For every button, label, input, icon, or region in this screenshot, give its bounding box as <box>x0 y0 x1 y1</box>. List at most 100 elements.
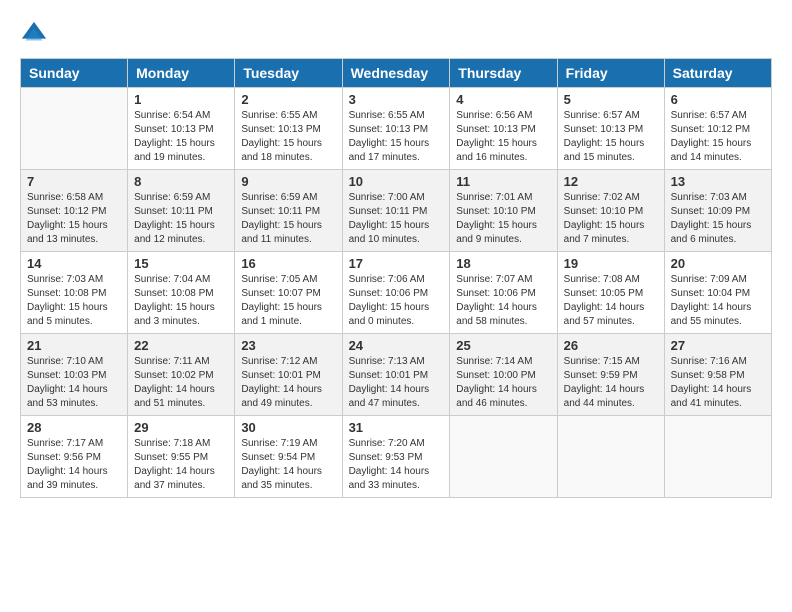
day-number: 1 <box>134 92 228 107</box>
calendar-cell: 28 Sunrise: 7:17 AMSunset: 9:56 PMDayligh… <box>21 416 128 498</box>
day-number: 6 <box>671 92 765 107</box>
day-info: Sunrise: 7:20 AMSunset: 9:53 PMDaylight:… <box>349 437 444 493</box>
logo <box>20 20 52 48</box>
calendar-header-thursday: Thursday <box>450 59 557 88</box>
day-number: 21 <box>27 338 121 353</box>
calendar-cell: 18 Sunrise: 7:07 AMSunset: 10:06 PMDaylig… <box>450 252 557 334</box>
calendar-cell: 25Sunrise: 7:14 AMSunset: 10:00 PMDaylig… <box>450 334 557 416</box>
calendar-cell: 20 Sunrise: 7:09 AMSunset: 10:04 PMDaylig… <box>664 252 771 334</box>
day-info: Sunrise: 6:59 AMSunset: 10:11 PMDaylight… <box>241 191 335 247</box>
day-info: Sunrise: 7:17 AMSunset: 9:56 PMDaylight:… <box>27 437 121 493</box>
calendar-cell: 14 Sunrise: 7:03 AMSunset: 10:08 PMDaylig… <box>21 252 128 334</box>
calendar-cell: 6 Sunrise: 6:57 AMSunset: 10:12 PMDayligh… <box>664 88 771 170</box>
day-info: Sunrise: 6:57 AMSunset: 10:12 PMDaylight… <box>671 109 765 165</box>
day-info: Sunrise: 7:07 AMSunset: 10:06 PMDaylight… <box>456 273 550 329</box>
calendar-cell: 10 Sunrise: 7:00 AMSunset: 10:11 PMDaylig… <box>342 170 450 252</box>
calendar-cell: 15 Sunrise: 7:04 AMSunset: 10:08 PMDaylig… <box>128 252 235 334</box>
day-info: Sunrise: 7:09 AMSunset: 10:04 PMDaylight… <box>671 273 765 329</box>
day-info: Sunrise: 7:18 AMSunset: 9:55 PMDaylight:… <box>134 437 228 493</box>
calendar-header-saturday: Saturday <box>664 59 771 88</box>
calendar-week-row: 14 Sunrise: 7:03 AMSunset: 10:08 PMDaylig… <box>21 252 772 334</box>
day-info: Sunrise: 6:57 AMSunset: 10:13 PMDaylight… <box>564 109 658 165</box>
day-number: 2 <box>241 92 335 107</box>
day-info: Sunrise: 7:00 AMSunset: 10:11 PMDaylight… <box>349 191 444 247</box>
day-number: 16 <box>241 256 335 271</box>
calendar-week-row: 21 Sunrise: 7:10 AMSunset: 10:03 PMDaylig… <box>21 334 772 416</box>
day-number: 9 <box>241 174 335 189</box>
calendar-header-sunday: Sunday <box>21 59 128 88</box>
calendar-cell: 4 Sunrise: 6:56 AMSunset: 10:13 PMDayligh… <box>450 88 557 170</box>
day-number: 15 <box>134 256 228 271</box>
calendar-cell: 16 Sunrise: 7:05 AMSunset: 10:07 PMDaylig… <box>235 252 342 334</box>
calendar-header-monday: Monday <box>128 59 235 88</box>
day-info: Sunrise: 7:01 AMSunset: 10:10 PMDaylight… <box>456 191 550 247</box>
day-info: Sunrise: 7:06 AMSunset: 10:06 PMDaylight… <box>349 273 444 329</box>
day-number: 26 <box>564 338 658 353</box>
calendar-cell: 12Sunrise: 7:02 AMSunset: 10:10 PMDaylig… <box>557 170 664 252</box>
day-number: 29 <box>134 420 228 435</box>
calendar-header-friday: Friday <box>557 59 664 88</box>
day-info: Sunrise: 6:56 AMSunset: 10:13 PMDaylight… <box>456 109 550 165</box>
calendar-table: SundayMondayTuesdayWednesdayThursdayFrid… <box>20 58 772 498</box>
day-info: Sunrise: 6:55 AMSunset: 10:13 PMDaylight… <box>241 109 335 165</box>
calendar-cell: 17 Sunrise: 7:06 AMSunset: 10:06 PMDaylig… <box>342 252 450 334</box>
calendar-header-wednesday: Wednesday <box>342 59 450 88</box>
logo-icon <box>20 20 48 48</box>
day-info: Sunrise: 7:05 AMSunset: 10:07 PMDaylight… <box>241 273 335 329</box>
day-number: 3 <box>349 92 444 107</box>
calendar-cell: 3 Sunrise: 6:55 AMSunset: 10:13 PMDayligh… <box>342 88 450 170</box>
calendar-cell: 2 Sunrise: 6:55 AMSunset: 10:13 PMDayligh… <box>235 88 342 170</box>
calendar-cell: 1 Sunrise: 6:54 AMSunset: 10:13 PMDayligh… <box>128 88 235 170</box>
day-info: Sunrise: 7:11 AMSunset: 10:02 PMDaylight… <box>134 355 228 411</box>
calendar-cell: 22 Sunrise: 7:11 AMSunset: 10:02 PMDaylig… <box>128 334 235 416</box>
day-info: Sunrise: 6:59 AMSunset: 10:11 PMDaylight… <box>134 191 228 247</box>
calendar-cell: 30 Sunrise: 7:19 AMSunset: 9:54 PMDayligh… <box>235 416 342 498</box>
day-info: Sunrise: 7:15 AMSunset: 9:59 PMDaylight:… <box>564 355 658 411</box>
day-number: 5 <box>564 92 658 107</box>
day-info: Sunrise: 7:13 AMSunset: 10:01 PMDaylight… <box>349 355 444 411</box>
day-number: 10 <box>349 174 444 189</box>
day-info: Sunrise: 6:54 AMSunset: 10:13 PMDaylight… <box>134 109 228 165</box>
calendar-cell <box>557 416 664 498</box>
day-number: 22 <box>134 338 228 353</box>
day-info: Sunrise: 7:03 AMSunset: 10:08 PMDaylight… <box>27 273 121 329</box>
day-info: Sunrise: 7:03 AMSunset: 10:09 PMDaylight… <box>671 191 765 247</box>
calendar-week-row: 7Sunrise: 6:58 AMSunset: 10:12 PMDayligh… <box>21 170 772 252</box>
day-number: 4 <box>456 92 550 107</box>
calendar-cell: 26 Sunrise: 7:15 AMSunset: 9:59 PMDayligh… <box>557 334 664 416</box>
day-info: Sunrise: 7:04 AMSunset: 10:08 PMDaylight… <box>134 273 228 329</box>
calendar-cell: 8 Sunrise: 6:59 AMSunset: 10:11 PMDayligh… <box>128 170 235 252</box>
calendar-cell <box>21 88 128 170</box>
calendar-cell: 11 Sunrise: 7:01 AMSunset: 10:10 PMDaylig… <box>450 170 557 252</box>
day-number: 17 <box>349 256 444 271</box>
day-info: Sunrise: 6:58 AMSunset: 10:12 PMDaylight… <box>27 191 121 247</box>
page-header <box>20 20 772 48</box>
calendar-header-tuesday: Tuesday <box>235 59 342 88</box>
day-number: 18 <box>456 256 550 271</box>
calendar-cell <box>450 416 557 498</box>
calendar-cell: 21 Sunrise: 7:10 AMSunset: 10:03 PMDaylig… <box>21 334 128 416</box>
day-number: 11 <box>456 174 550 189</box>
day-info: Sunrise: 7:19 AMSunset: 9:54 PMDaylight:… <box>241 437 335 493</box>
day-number: 24 <box>349 338 444 353</box>
calendar-cell: 27Sunrise: 7:16 AMSunset: 9:58 PMDayligh… <box>664 334 771 416</box>
day-info: Sunrise: 7:10 AMSunset: 10:03 PMDaylight… <box>27 355 121 411</box>
day-number: 27 <box>671 338 765 353</box>
day-info: Sunrise: 6:55 AMSunset: 10:13 PMDaylight… <box>349 109 444 165</box>
day-number: 25 <box>456 338 550 353</box>
calendar-cell: 31 Sunrise: 7:20 AMSunset: 9:53 PMDayligh… <box>342 416 450 498</box>
calendar-week-row: 28 Sunrise: 7:17 AMSunset: 9:56 PMDayligh… <box>21 416 772 498</box>
calendar-cell: 19Sunrise: 7:08 AMSunset: 10:05 PMDaylig… <box>557 252 664 334</box>
calendar-week-row: 1 Sunrise: 6:54 AMSunset: 10:13 PMDayligh… <box>21 88 772 170</box>
day-number: 8 <box>134 174 228 189</box>
calendar-cell: 29 Sunrise: 7:18 AMSunset: 9:55 PMDayligh… <box>128 416 235 498</box>
day-info: Sunrise: 7:12 AMSunset: 10:01 PMDaylight… <box>241 355 335 411</box>
day-number: 31 <box>349 420 444 435</box>
day-number: 19 <box>564 256 658 271</box>
day-number: 28 <box>27 420 121 435</box>
day-number: 14 <box>27 256 121 271</box>
day-number: 20 <box>671 256 765 271</box>
day-number: 23 <box>241 338 335 353</box>
day-number: 30 <box>241 420 335 435</box>
calendar-cell: 24 Sunrise: 7:13 AMSunset: 10:01 PMDaylig… <box>342 334 450 416</box>
